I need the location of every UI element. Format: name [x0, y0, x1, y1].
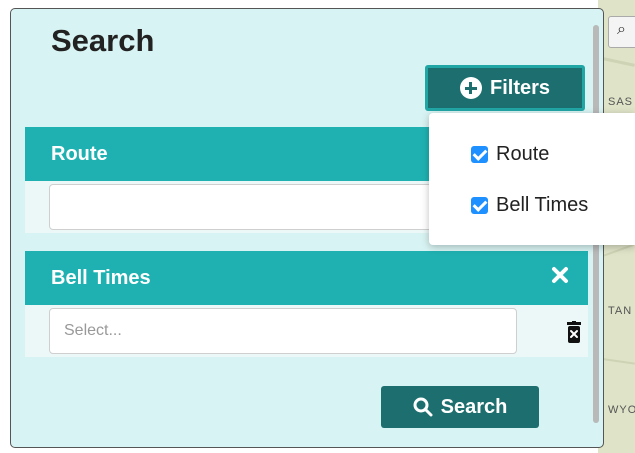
filter-option-label: Bell Times: [496, 194, 589, 216]
checkbox-checked-icon[interactable]: [471, 146, 488, 163]
bell-times-section-body: [25, 305, 588, 357]
search-icon: [413, 397, 433, 417]
filter-option-route[interactable]: Route: [471, 143, 549, 166]
trash-icon[interactable]: [566, 321, 582, 343]
filters-button[interactable]: Filters: [425, 65, 585, 111]
search-button[interactable]: Search: [381, 386, 539, 428]
map-label: WYO: [608, 404, 635, 416]
map-search-button[interactable]: ⌕: [608, 16, 635, 48]
checkbox-checked-icon[interactable]: [471, 197, 488, 214]
route-section-title: Route: [51, 142, 108, 165]
search-button-label: Search: [440, 395, 508, 418]
filter-option-bell-times[interactable]: Bell Times: [471, 194, 588, 217]
magnifier-icon: ⌕: [617, 21, 626, 38]
map-label: TAN: [608, 305, 633, 317]
bell-times-section-title: Bell Times: [51, 266, 151, 289]
bell-times-section-header: Bell Times: [25, 251, 588, 305]
panel-title: Search: [51, 23, 155, 58]
filter-option-label: Route: [496, 143, 550, 165]
filters-button-label: Filters: [489, 76, 551, 99]
filters-dropdown: Route Bell Times: [429, 113, 635, 245]
map-label: SAS: [608, 96, 634, 108]
bell-times-select[interactable]: [49, 308, 517, 354]
close-icon[interactable]: [550, 265, 570, 285]
plus-circle-icon: [459, 77, 482, 99]
